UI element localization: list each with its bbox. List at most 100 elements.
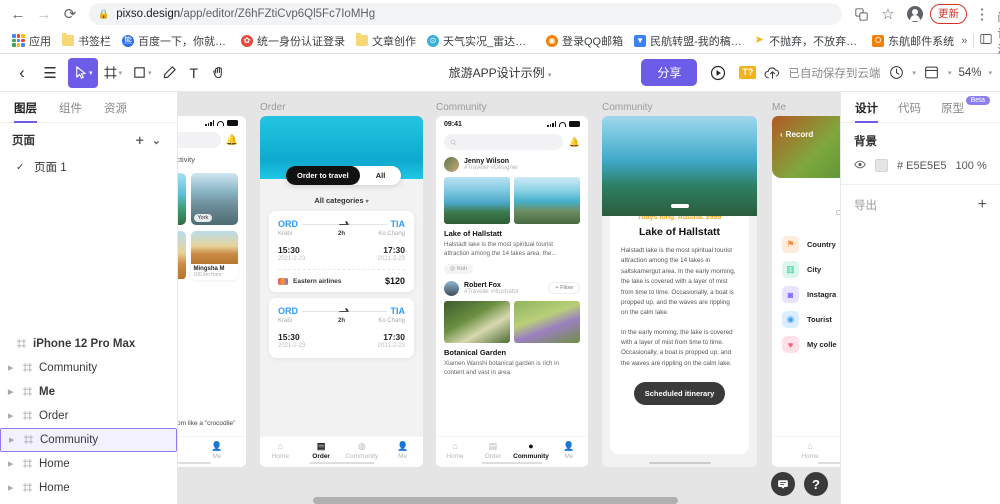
artboard-community-detail[interactable]: Community 7days long. Austria. $999 Lake… xyxy=(602,102,757,467)
text-tool[interactable]: T xyxy=(182,58,207,88)
me-filter[interactable]: All ▾ xyxy=(772,178,840,204)
background-opacity-value[interactable]: 100 % xyxy=(956,160,987,172)
collapse-pages-icon[interactable]: ⌄ xyxy=(148,134,165,147)
design-canvas[interactable]: Home 🔔 round Activity xyxy=(178,92,840,504)
shape-tool[interactable]: ▾ xyxy=(127,58,157,88)
tab-code[interactable]: 代码 xyxy=(898,100,921,122)
tab-layers[interactable]: 图层 xyxy=(14,100,37,123)
expand-arrow-icon[interactable]: ▶ xyxy=(8,412,17,420)
zoom-chevron-icon[interactable]: ▾ xyxy=(988,69,992,77)
forward-button[interactable]: → xyxy=(32,2,56,26)
home-tab-activity[interactable]: Activity xyxy=(178,155,195,164)
help-fab[interactable]: ? xyxy=(804,472,828,496)
bookmark-apps[interactable]: 应用 xyxy=(7,31,56,51)
pen-tool[interactable] xyxy=(157,58,182,88)
main-menu-icon[interactable]: ☰ xyxy=(36,59,64,87)
history-button[interactable] xyxy=(887,59,905,87)
bookmark-minhang[interactable]: ▼ 民航转盟-我的稿件... xyxy=(629,31,747,51)
tab-community[interactable]: ● Community xyxy=(512,442,550,461)
bookmark-donghang[interactable]: O 东航邮件系统 xyxy=(867,31,959,51)
bookmark-folder-2[interactable]: 文章创作 xyxy=(351,31,421,51)
view-chevron-icon[interactable]: ▾ xyxy=(948,69,952,77)
tutorial-badge[interactable]: T? xyxy=(739,66,757,79)
bookmark-blog[interactable]: ➤ 不抛弃，不放弃，... xyxy=(748,31,866,51)
expand-arrow-icon[interactable]: ▶ xyxy=(8,388,17,396)
present-button[interactable] xyxy=(704,59,732,87)
document-title[interactable]: 旅游APP设计示例 xyxy=(449,66,545,80)
search-input[interactable] xyxy=(178,132,221,148)
profile-avatar[interactable] xyxy=(903,2,927,26)
layer-row[interactable]: ▶ Home xyxy=(0,452,177,476)
hand-tool[interactable] xyxy=(206,58,231,88)
back-label[interactable]: Record xyxy=(786,130,814,139)
translate-icon[interactable] xyxy=(849,2,873,26)
bell-icon[interactable]: 🔔 xyxy=(569,137,580,148)
artboard-me[interactable]: Me ‹ Record All ▾ Country 8 xyxy=(772,102,840,467)
tab-me[interactable]: 👤 Me xyxy=(188,442,246,461)
bookmark-weather[interactable]: ⊙ 天气实况_雷达图_... xyxy=(422,31,540,51)
tab-home[interactable]: ⌂ Home xyxy=(436,442,474,461)
page-item-1[interactable]: ✓ 页面 1 xyxy=(0,155,177,179)
view-options-button[interactable] xyxy=(923,59,941,87)
expand-arrow-icon[interactable]: ▶ xyxy=(8,364,17,372)
layer-row[interactable]: ▶ Me xyxy=(0,380,177,404)
tab-home[interactable]: ⌂ Home xyxy=(772,442,840,461)
ticket-card[interactable]: ORD TIA Krabi 2h Ko Chang 15:30 17:30 20… xyxy=(269,298,414,358)
me-menu-item[interactable]: ◙ Instagra xyxy=(782,286,840,303)
expand-arrow-icon[interactable]: ▶ xyxy=(9,436,18,444)
tab-design[interactable]: 设计 xyxy=(855,100,878,123)
me-menu-item[interactable]: ♥ My colle xyxy=(782,336,840,353)
search-input[interactable] xyxy=(444,134,563,150)
post-card[interactable]: Jenny Wilson #Traveler #Designer Lake of… xyxy=(436,150,588,274)
title-chevron-icon[interactable]: ▾ xyxy=(548,72,552,79)
tab-prototype[interactable]: 原型 xyxy=(941,100,964,122)
bookmark-sso[interactable]: ✿ 统一身份认证登录 xyxy=(236,31,350,51)
layer-row-selected[interactable]: ▶ Community xyxy=(0,428,177,452)
canvas-horizontal-scrollbar[interactable] xyxy=(178,497,840,504)
bookmark-folder-1[interactable]: 书签栏 xyxy=(57,31,116,51)
artboard-label[interactable]: Community xyxy=(602,102,757,113)
artboard-label[interactable]: Me xyxy=(772,102,840,113)
tab-me[interactable]: 👤 Me xyxy=(550,442,588,461)
color-swatch[interactable] xyxy=(875,159,888,172)
artboard-home-1[interactable]: Home 🔔 round Activity xyxy=(178,102,246,467)
add-export-button[interactable]: + xyxy=(978,196,987,214)
visibility-eye-icon[interactable] xyxy=(854,160,866,172)
me-menu-item[interactable]: ⚑ Country xyxy=(782,236,840,253)
back-button[interactable]: ← xyxy=(6,2,30,26)
layer-row[interactable]: ▶ Community xyxy=(0,356,177,380)
expand-arrow-icon[interactable]: ▶ xyxy=(8,460,17,468)
layer-row[interactable]: ▶ Home xyxy=(0,476,177,500)
ticket-card[interactable]: ORD TIA Krabi 2h Ko Chang 15:30 17:30 20… xyxy=(269,211,414,292)
post-card[interactable]: Robert Fox #Traveler #Illustrator + Fllo… xyxy=(436,274,588,378)
history-chevron-icon[interactable]: ▾ xyxy=(912,69,916,77)
artboard-label[interactable]: Order xyxy=(260,102,423,113)
segment-all[interactable]: All xyxy=(360,166,402,185)
editor-back-icon[interactable]: ‹ xyxy=(8,59,36,87)
share-button[interactable]: 分享 xyxy=(641,59,698,86)
tab-assets[interactable]: 资源 xyxy=(104,100,127,122)
layer-row[interactable]: iPhone 12 Pro Max xyxy=(0,332,177,356)
me-menu-item[interactable]: ▥ City xyxy=(782,261,840,278)
bookmark-baidu[interactable]: 熊 百度一下，你就知道 xyxy=(117,31,235,51)
segment-order-to-travel[interactable]: Order to travel xyxy=(286,166,360,185)
scheduled-itinerary-button[interactable]: Scheduled itinerary xyxy=(633,382,726,406)
me-menu-item[interactable]: ◉ Tourist xyxy=(782,311,840,328)
back-icon[interactable]: ‹ xyxy=(780,130,783,139)
frame-tool[interactable]: ▾ xyxy=(98,58,128,88)
bell-icon[interactable]: 🔔 xyxy=(226,135,238,146)
tab-community[interactable]: ◍ Community xyxy=(342,442,383,461)
layer-row[interactable]: ▶ Order xyxy=(0,404,177,428)
add-page-button[interactable]: + xyxy=(132,132,148,148)
artboard-community-list[interactable]: Community 09:41 🔔 Jenny Wilson #Traveler… xyxy=(436,102,588,467)
move-tool[interactable]: ▾ xyxy=(68,57,98,88)
scrollbar-thumb[interactable] xyxy=(313,497,678,504)
chat-fab[interactable] xyxy=(771,472,795,496)
tab-order[interactable]: ▤ Order xyxy=(474,442,512,461)
artboard-label[interactable]: Community xyxy=(436,102,588,113)
post-location-chip[interactable]: ◎ Koh xyxy=(444,263,474,274)
tab-components[interactable]: 组件 xyxy=(59,100,82,122)
bookmarks-overflow-icon[interactable]: » xyxy=(961,35,967,47)
bookmark-qqmail[interactable]: ◉ 登录QQ邮箱 xyxy=(541,31,628,51)
tab-community[interactable]: ◍munity xyxy=(178,442,188,460)
